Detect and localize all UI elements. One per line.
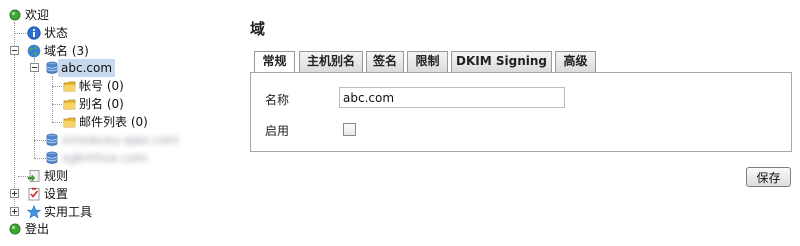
green-dot-icon	[9, 9, 21, 21]
settings-icon	[28, 187, 40, 201]
name-label: 名称	[265, 93, 290, 107]
tree-item-domain-blurred[interactable]: xmxwuxu-ajax.com	[0, 131, 200, 149]
enabled-label: 启用	[265, 124, 290, 138]
tree-label-blurred: xmxwuxu-ajax.com	[62, 133, 179, 147]
green-dot-icon	[9, 223, 21, 235]
tree-label-abc: abc.com	[58, 59, 116, 77]
expand-toggle[interactable]	[10, 189, 19, 198]
tab-host-aliases[interactable]: 主机别名	[299, 51, 363, 72]
database-icon	[46, 61, 58, 74]
enabled-checkbox[interactable]	[343, 123, 356, 136]
name-input[interactable]	[339, 87, 565, 108]
page-title: 域	[250, 20, 266, 38]
tree-label-rules: 规则	[44, 169, 69, 183]
tree-item-domains[interactable]: 域名 (3)	[0, 42, 200, 60]
folder-icon	[63, 81, 76, 92]
tree-item-domain-blurred[interactable]: xgkmhux.com	[0, 149, 200, 167]
tree-item-utilities[interactable]: 实用工具	[0, 203, 200, 221]
star-icon	[27, 205, 41, 219]
tree-item-aliases[interactable]: 别名 (0)	[0, 95, 200, 113]
tree-item-mailing-lists[interactable]: 邮件列表 (0)	[0, 113, 200, 131]
tree-label-welcome: 欢迎	[25, 8, 50, 22]
expand-toggle[interactable]	[10, 207, 19, 216]
tree-label-blurred: xgkmhux.com	[62, 151, 148, 165]
navigation-tree: 欢迎 状态 域名 (3) abc.com 帐号 (0) 别名 (0) 邮件列表 …	[0, 0, 240, 246]
globe-icon	[27, 44, 41, 58]
tree-item-domain-abc[interactable]: abc.com	[0, 59, 200, 77]
tree-item-rules[interactable]: 规则	[0, 167, 200, 185]
tree-label-aliases: 别名 (0)	[79, 97, 124, 111]
collapse-toggle[interactable]	[30, 63, 39, 72]
tree-label-settings: 设置	[44, 187, 69, 201]
folder-icon	[63, 99, 76, 110]
info-icon	[27, 26, 41, 40]
save-button[interactable]: 保存	[746, 167, 791, 187]
rules-icon	[27, 170, 40, 182]
tree-item-welcome[interactable]: 欢迎	[0, 6, 200, 24]
tab-general[interactable]: 常规	[254, 51, 295, 74]
tab-advanced[interactable]: 高级	[555, 51, 596, 72]
tree-label-mailing-lists: 邮件列表 (0)	[79, 115, 148, 129]
tree-item-accounts[interactable]: 帐号 (0)	[0, 77, 200, 95]
tree-label-utilities: 实用工具	[44, 205, 93, 219]
tab-dkim-signing[interactable]: DKIM Signing	[451, 51, 552, 72]
tab-limits[interactable]: 限制	[407, 51, 448, 72]
tree-label-domains: 域名 (3)	[44, 44, 89, 58]
tree-item-settings[interactable]: 设置	[0, 185, 200, 203]
tree-item-status[interactable]: 状态	[0, 24, 200, 42]
folder-icon	[63, 117, 76, 128]
tree-label-logout: 登出	[25, 222, 50, 236]
database-icon	[46, 151, 58, 164]
tree-item-logout[interactable]: 登出	[0, 220, 200, 238]
tab-signature[interactable]: 签名	[366, 51, 404, 72]
collapse-toggle[interactable]	[10, 46, 19, 55]
general-settings-panel: 名称 启用	[250, 72, 792, 152]
database-icon	[46, 133, 58, 146]
tree-label-accounts: 帐号 (0)	[79, 79, 124, 93]
tree-label-status: 状态	[44, 26, 69, 40]
